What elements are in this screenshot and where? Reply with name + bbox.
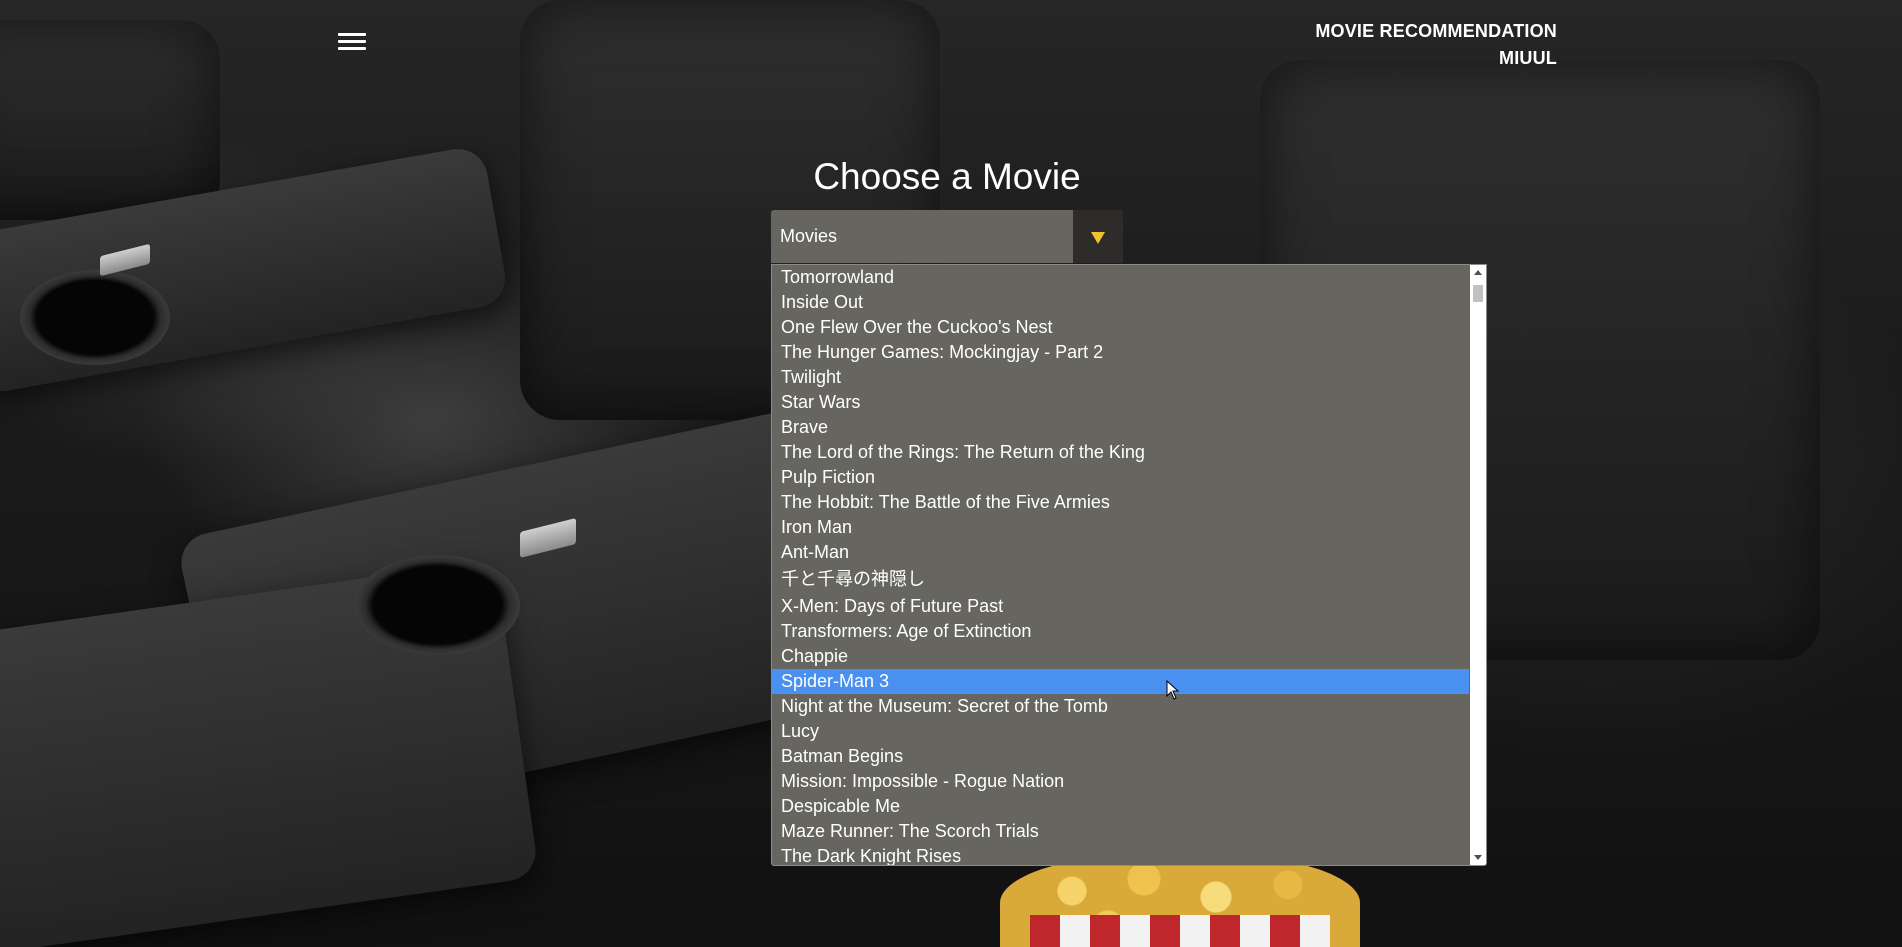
cupholder [20,270,170,365]
movie-option[interactable]: Iron Man [772,515,1469,540]
scroll-up-arrow-icon[interactable] [1474,270,1482,275]
dropdown-triangle-icon [1091,232,1105,244]
movie-option[interactable]: 千と千尋の神隠し [772,565,1469,594]
scroll-thumb[interactable] [1473,285,1483,302]
scroll-down-arrow-icon[interactable] [1474,855,1482,860]
movie-option[interactable]: Spider-Man 3 [772,669,1469,694]
page-title: Choose a Movie [813,156,1081,197]
movie-option[interactable]: Night at the Museum: Secret of the Tomb [772,694,1469,719]
movie-option[interactable]: Maze Runner: The Scorch Trials [772,819,1469,844]
mouse-pointer-icon [1166,680,1180,700]
movie-option[interactable]: Ant-Man [772,540,1469,565]
movie-select[interactable]: Movies [771,210,1123,263]
seat-back [0,20,220,220]
movie-option[interactable]: Pulp Fiction [772,465,1469,490]
scrollbar[interactable] [1470,265,1486,865]
movie-option[interactable]: Despicable Me [772,794,1469,819]
movie-option[interactable]: One Flew Over the Cuckoo's Nest [772,315,1469,340]
menu-line [338,33,366,36]
movie-option[interactable]: Star Wars [772,390,1469,415]
movie-option[interactable]: Chappie [772,644,1469,669]
menu-line [338,40,366,43]
movie-option[interactable]: Inside Out [772,290,1469,315]
movie-option[interactable]: Twilight [772,365,1469,390]
movie-option[interactable]: Tomorrowland [772,265,1469,290]
select-arrow-button[interactable] [1073,210,1123,263]
brand-title[interactable]: MOVIE RECOMMENDATION MIUUL [1315,18,1557,72]
brand-line-1: MOVIE RECOMMENDATION [1315,21,1557,41]
movie-option[interactable]: X-Men: Days of Future Past [772,594,1469,619]
movie-option[interactable]: Lucy [772,719,1469,744]
movie-option[interactable]: The Lord of the Rings: The Return of the… [772,440,1469,465]
options-container: Tomorrowland Inside Out One Flew Over th… [772,265,1486,865]
movie-option[interactable]: The Hunger Games: Mockingjay - Part 2 [772,340,1469,365]
movie-option[interactable]: Brave [772,415,1469,440]
brand-line-2: MIUUL [1499,48,1557,68]
movie-option[interactable]: The Hobbit: The Battle of the Five Armie… [772,490,1469,515]
movie-option[interactable]: The Dark Knight Rises [772,844,1469,865]
movie-option[interactable]: Transformers: Age of Extinction [772,619,1469,644]
cupholder [355,555,520,655]
select-value: Movies [780,226,838,246]
movie-option[interactable]: Batman Begins [772,744,1469,769]
popcorn-cup [1030,915,1330,947]
movie-dropdown-list[interactable]: Tomorrowland Inside Out One Flew Over th… [771,264,1487,866]
hamburger-menu-icon[interactable] [338,33,366,55]
movie-option[interactable]: Mission: Impossible - Rogue Nation [772,769,1469,794]
menu-line [338,47,366,50]
